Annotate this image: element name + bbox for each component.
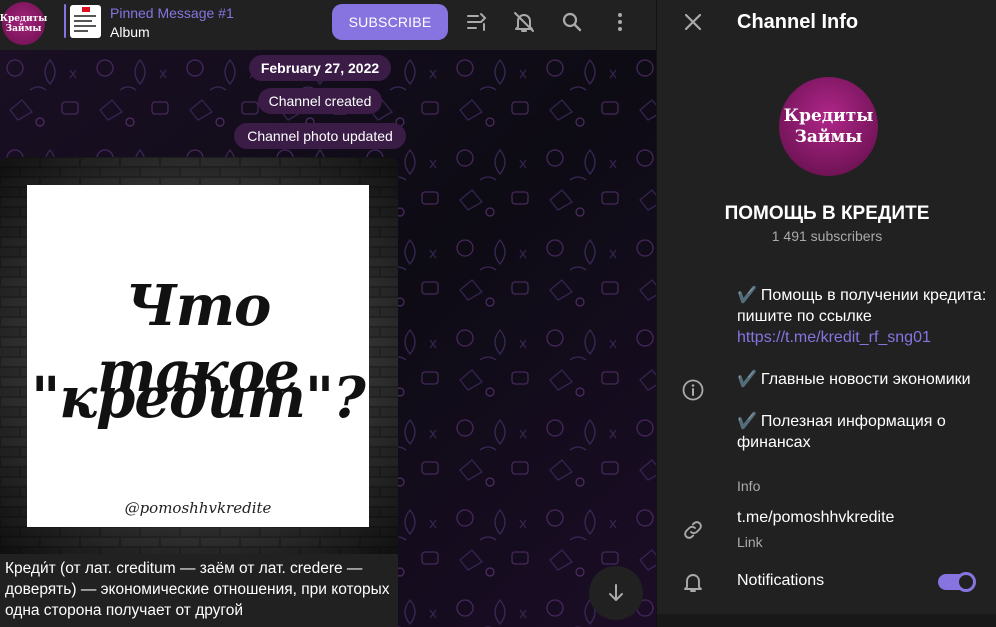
avatar-text-line1: Кредиты [0,13,48,24]
chat-column: Кредиты Займы Pinned Message #1 Album SU… [0,0,656,627]
channel-description[interactable]: ✔️ Помощь в получении кредита: пишите по … [737,285,987,453]
subscriber-count: 1 491 subscribers [771,228,883,244]
bell-icon [684,574,702,592]
post-image[interactable]: Что такое "кредит"? @pomoshhvkredite [27,185,369,527]
chat-header: Кредиты Займы Pinned Message #1 Album SU… [0,0,656,50]
toggle-knob [956,572,976,592]
image-watermark: @pomoshhvkredite [124,499,272,517]
image-headline-line2: "кредит"? [31,365,366,431]
channel-name: ПОМОЩЬ В КРЕДИТЕ [724,203,930,224]
pinned-indicator-bar [64,4,66,38]
close-icon[interactable] [681,10,705,34]
date-pill: February 27, 2022 [249,55,391,81]
link-icon [684,521,702,539]
service-message-channel-created: Channel created [258,88,382,114]
profile-avatar-line1: Кредиты [783,105,874,126]
channel-avatar[interactable]: Кредиты Займы [0,2,48,45]
message-text: Креди́т (от лат. creditum — заём от лат.… [5,560,390,619]
check-mark-icon: ✔️ [737,371,757,388]
profile-avatar-line2: Займы [794,126,863,147]
search-icon[interactable] [560,10,584,34]
check-mark-icon: ✔️ [737,413,757,430]
panel-bottom-divider [657,614,996,627]
pinned-thumbnail[interactable] [70,5,101,38]
notifications-label: Notifications [737,572,825,589]
panel-title: Channel Info [737,11,859,33]
link-label: Link [737,534,763,550]
scroll-down-button[interactable] [589,566,643,620]
channel-link[interactable]: t.me/pomoshhvkredite [737,509,894,527]
subscribe-button[interactable]: SUBSCRIBE [332,4,448,40]
message-bubble[interactable]: Что такое "кредит"? @pomoshhvkredite Кре… [0,157,398,627]
check-mark-icon: ✔️ [737,287,757,304]
pinned-message-title[interactable]: Pinned Message #1 [110,5,234,21]
info-icon [682,379,704,401]
info-label: Info [737,478,761,494]
description-line-1: Помощь в получении кредита: пишите по сс… [737,287,987,325]
more-vertical-icon[interactable] [608,10,632,34]
service-message-photo-updated: Channel photo updated [234,123,406,149]
arrow-down-icon [609,584,623,601]
notifications-toggle[interactable] [938,572,976,592]
filter-icon[interactable] [465,10,489,34]
description-line-2: Главные новости экономики [760,371,971,388]
mute-bell-icon[interactable] [512,10,536,34]
channel-profile-avatar[interactable]: Кредиты Займы [779,77,878,176]
channel-info-panel: Channel Info Кредиты Займы ПОМОЩЬ В КРЕД… [656,0,996,627]
avatar-text-line2: Займы [5,23,42,34]
pinned-message-subtitle[interactable]: Album [110,24,150,40]
description-link[interactable]: https://t.me/kredit_rf_sng01 [737,329,931,346]
description-line-3: Полезная информация о финансах [737,413,946,451]
